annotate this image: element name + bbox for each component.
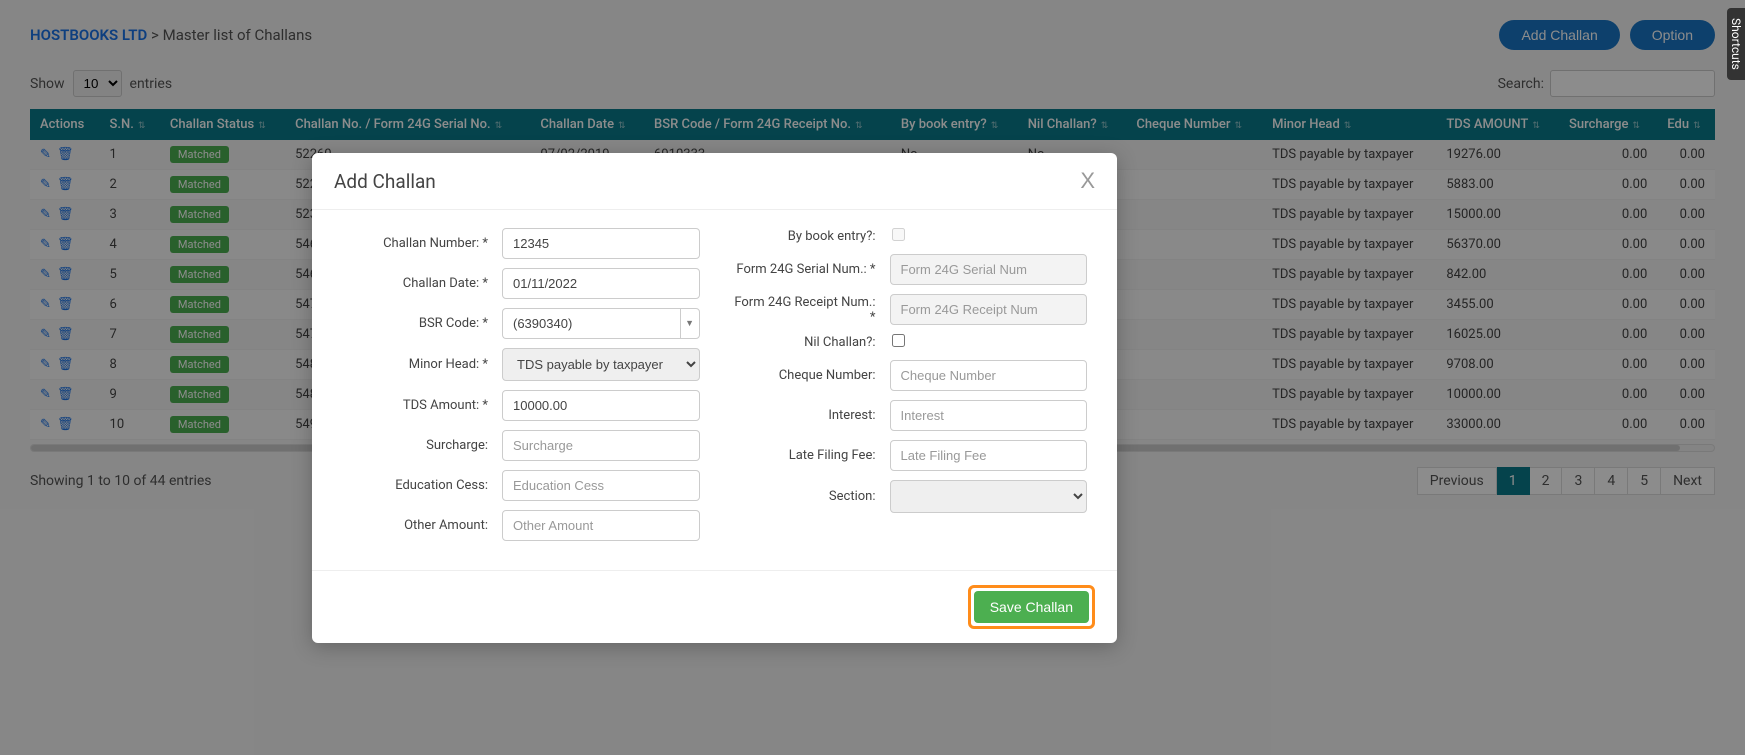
close-icon[interactable]: X: [1080, 168, 1095, 194]
bsr-code-input[interactable]: [502, 308, 680, 339]
late-filing-fee-input[interactable]: [890, 440, 1088, 471]
save-challan-button[interactable]: Save Challan: [974, 591, 1089, 623]
section-select[interactable]: [890, 480, 1088, 513]
interest-input[interactable]: [890, 400, 1088, 431]
save-highlight: Save Challan: [968, 585, 1095, 629]
form24g-receipt-input: [890, 294, 1088, 325]
book-entry-checkbox[interactable]: [892, 228, 905, 241]
minor-head-select[interactable]: TDS payable by taxpayer: [502, 348, 700, 381]
challan-date-input[interactable]: [502, 268, 700, 299]
challan-number-input[interactable]: [502, 228, 700, 259]
nil-challan-checkbox[interactable]: [892, 334, 905, 347]
other-amount-input[interactable]: [502, 510, 700, 541]
education-cess-input[interactable]: [502, 470, 700, 501]
tds-amount-input[interactable]: [502, 390, 700, 421]
cheque-number-input[interactable]: [890, 360, 1088, 391]
add-challan-modal: Add Challan X Challan Number: * Challan …: [312, 153, 1117, 643]
bsr-dropdown-caret[interactable]: ▼: [680, 308, 700, 339]
form24g-serial-input: [890, 254, 1088, 285]
modal-title: Add Challan: [334, 170, 436, 193]
surcharge-input[interactable]: [502, 430, 700, 461]
shortcuts-tab[interactable]: Shortcuts: [1727, 8, 1745, 80]
